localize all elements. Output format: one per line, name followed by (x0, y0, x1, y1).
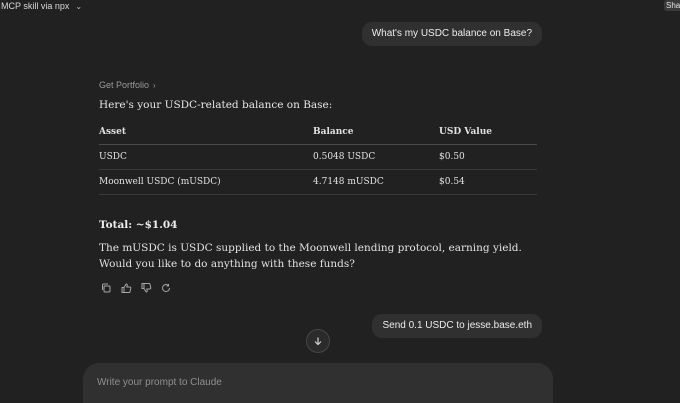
cell-balance: 0.5048 USDC (313, 144, 439, 170)
arrow-down-icon (314, 337, 322, 346)
copy-icon[interactable] (99, 282, 113, 294)
total-value: Total: ~$1.04 (99, 219, 178, 231)
cell-asset: Moonwell USDC (mUSDC) (99, 169, 313, 195)
column-header-asset: Asset (99, 120, 313, 145)
table-header-row: Asset Balance USD Value (99, 120, 537, 145)
chevron-right-icon: › (153, 81, 156, 90)
tool-call-label: Get Portfolio (99, 80, 150, 90)
top-bar: MCP skill via npx ⌄ (0, 0, 82, 12)
table-row: USDC 0.5048 USDC $0.50 (99, 144, 537, 170)
retry-icon[interactable] (159, 282, 173, 294)
user-message: What's my USDC balance on Base? (361, 22, 542, 46)
tool-call-toggle[interactable]: Get Portfolio › (99, 80, 156, 90)
assistant-intro: Here's your USDC-related balance on Base… (99, 99, 333, 111)
assistant-body: The mUSDC is USDC supplied to the Moonwe… (99, 242, 522, 270)
balance-table: Asset Balance USD Value USDC 0.5048 USDC… (99, 120, 537, 195)
thumbs-up-icon[interactable] (119, 282, 133, 294)
chevron-down-icon[interactable]: ⌄ (75, 2, 82, 11)
cell-usd-value: $0.54 (439, 169, 537, 195)
share-button[interactable]: Share (664, 0, 680, 11)
column-header-usd-value: USD Value (439, 120, 537, 145)
cell-usd-value: $0.50 (439, 144, 537, 170)
message-actions (99, 282, 173, 294)
cell-asset: USDC (99, 144, 313, 170)
composer-placeholder: Write your prompt to Claude (97, 377, 222, 388)
message-composer[interactable]: Write your prompt to Claude (83, 363, 553, 403)
table-row: Moonwell USDC (mUSDC) 4.7148 mUSDC $0.54 (99, 169, 537, 195)
scroll-to-bottom-button[interactable] (306, 329, 330, 353)
thumbs-down-icon[interactable] (139, 282, 153, 294)
user-message: Send 0.1 USDC to jesse.base.eth (372, 314, 542, 338)
column-header-balance: Balance (313, 120, 439, 145)
chat-title[interactable]: MCP skill via npx (0, 1, 69, 11)
cell-balance: 4.7148 mUSDC (313, 169, 439, 195)
